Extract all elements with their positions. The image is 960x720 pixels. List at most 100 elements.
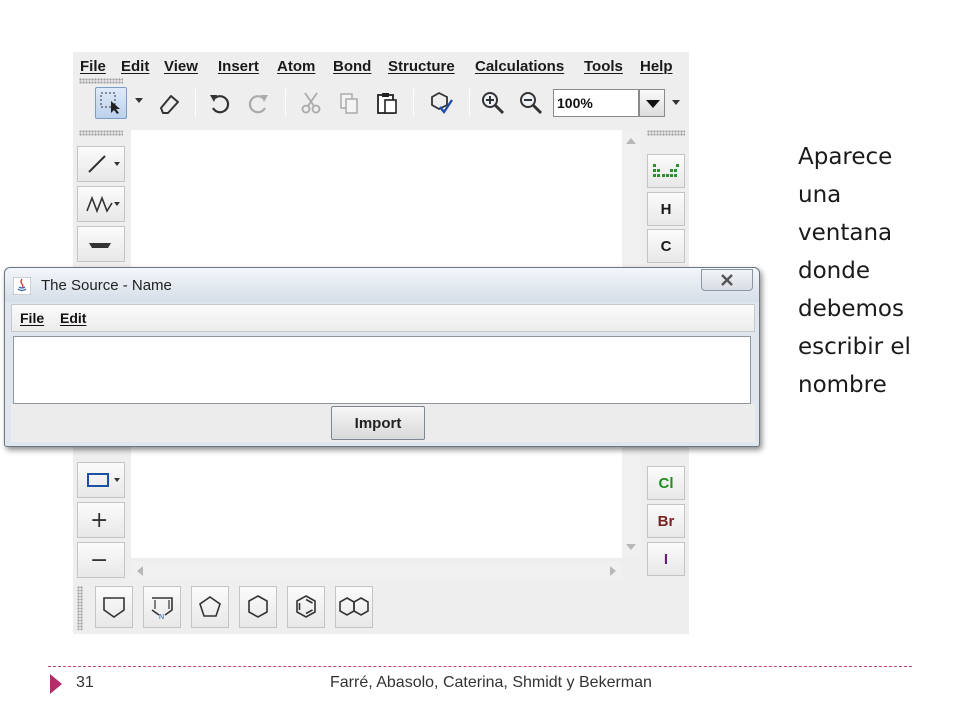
pyrrole-template-button[interactable]: N [143,586,181,628]
caption-line: ventana [798,220,893,246]
page-number: 31 [76,674,94,691]
clean-structure-button[interactable] [425,87,457,119]
menu-bond[interactable]: Bond [333,58,371,75]
naphthalene-icon [339,597,369,616]
cyclohexane-template-button[interactable] [239,586,277,628]
benzene-icon [296,595,316,618]
boat-bond-icon [89,243,111,248]
dialog-close-button[interactable] [701,269,753,291]
slide-marker-icon [50,674,62,694]
clean-icon [431,91,453,115]
zoom-dropdown-button[interactable] [639,89,665,117]
atom-i-button[interactable]: I [647,542,685,576]
copy-button[interactable] [333,87,365,119]
slide-caption: Aparece una ventana donde debemos escrib… [798,138,948,404]
atom-cl-button[interactable]: Cl [647,466,685,500]
ring-bond-tool[interactable] [77,226,125,262]
undo-button[interactable] [203,87,235,119]
eraser-button[interactable] [153,87,185,119]
svg-text:N: N [159,614,164,620]
cyclopentane-icon [199,596,221,617]
pentagon-template-icon [103,597,125,618]
zoom-level-input[interactable]: 100% [553,89,639,117]
bottom-toolbar-grip[interactable] [77,586,83,630]
menu-edit[interactable]: Edit [121,58,149,75]
dialog-titlebar[interactable]: The Source - Name [5,268,759,302]
select-arrow-icon [100,92,120,114]
menu-view[interactable]: View [164,58,198,75]
zoom-in-button[interactable] [477,87,509,119]
rectangle-tool[interactable] [77,462,125,498]
caption-line: donde [798,258,870,284]
java-icon [13,277,31,295]
atom-c-button[interactable]: C [647,229,685,263]
menu-insert[interactable]: Insert [218,58,259,75]
right-toolbar-grip[interactable] [647,130,685,136]
atom-h-button[interactable]: H [647,192,685,226]
rectangle-icon [87,473,109,487]
naphthalene-template-button[interactable] [335,586,373,628]
name-import-dialog: The Source - Name File Edit Import [4,267,760,447]
chain-icon [86,195,113,214]
select-tool-button[interactable] [95,87,127,119]
single-bond-tool[interactable] [77,146,125,182]
scroll-down-icon[interactable] [626,544,636,550]
menu-atom[interactable]: Atom [277,58,315,75]
caption-line: Aparece [798,144,893,170]
chevron-down-icon [672,100,680,105]
close-icon [721,274,733,286]
undo-icon [210,95,230,114]
footer-divider [48,666,912,667]
cut-icon [301,92,321,114]
single-bond-icon [88,155,106,173]
chevron-down-icon [646,100,660,108]
name-text-area[interactable] [13,336,751,404]
eraser-icon [160,95,179,114]
menu-structure[interactable]: Structure [388,58,455,75]
editor-menubar: File Edit View Insert Atom Bond Structur… [73,56,689,78]
select-dropdown-arrow[interactable] [135,98,143,103]
redo-icon [248,95,268,114]
chain-tool[interactable] [77,186,125,222]
menu-file[interactable]: File [80,58,106,75]
dialog-title: The Source - Name [41,277,172,294]
benzene-template-button[interactable] [287,586,325,628]
cut-button[interactable] [295,87,327,119]
scroll-right-icon[interactable] [610,566,616,576]
dialog-footer: Import [11,404,755,442]
horizontal-scrollbar[interactable] [131,562,622,580]
scroll-left-icon[interactable] [137,566,143,576]
redo-button[interactable] [243,87,275,119]
plus-icon: + [90,507,109,533]
toolbar-overflow-button[interactable] [669,89,683,117]
scroll-up-icon[interactable] [626,138,636,144]
dialog-menu-edit[interactable]: Edit [60,310,86,326]
increase-charge-button[interactable]: + [77,502,125,538]
menu-calculations[interactable]: Calculations [475,58,564,75]
cyclopentane-template-button[interactable] [191,586,229,628]
atom-br-button[interactable]: Br [647,504,685,538]
paste-button[interactable] [371,87,403,119]
pyrrole-template-icon: N [151,597,173,620]
zoom-in-icon [482,92,505,115]
periodic-table-button[interactable] [647,154,685,188]
left-toolbar-grip[interactable] [79,130,123,136]
menu-tools[interactable]: Tools [584,58,623,75]
template-toolbar: N [95,586,395,630]
caption-line: debemos [798,296,904,322]
minus-icon: − [90,547,109,573]
caption-line: escribir el [798,334,911,360]
decrease-charge-button[interactable]: − [77,542,125,578]
import-button[interactable]: Import [331,406,425,440]
zoom-out-icon [520,92,543,115]
cyclohexane-icon [248,595,268,618]
dialog-menubar: File Edit [11,304,755,332]
zoom-out-button[interactable] [515,87,547,119]
dialog-menu-file[interactable]: File [20,310,44,326]
copy-icon [340,93,358,114]
menu-help[interactable]: Help [640,58,673,75]
paste-icon [377,93,397,114]
footer-authors: Farré, Abasolo, Caterina, Shmidt y Beker… [330,674,652,691]
pentagon-template-button[interactable] [95,586,133,628]
periodic-table-icon [653,164,679,177]
